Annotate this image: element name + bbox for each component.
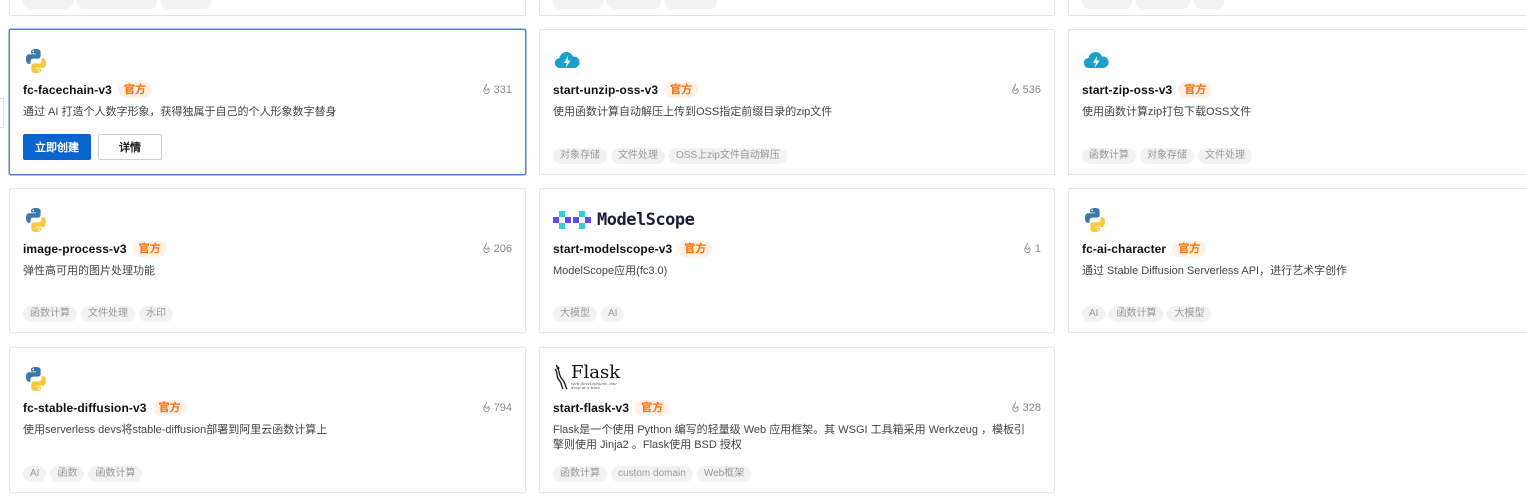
- card-title: start-zip-oss-v3: [1082, 83, 1173, 97]
- likes-count: 536: [1010, 83, 1041, 97]
- python-icon: [23, 206, 49, 234]
- tag[interactable]: 大模型: [1167, 306, 1212, 322]
- card-title: fc-ai-character: [1082, 242, 1167, 256]
- card-description: 通过 AI 打造个人数字形象，获得独属于自己的个人形象数字替身: [23, 106, 337, 118]
- card-title: start-modelscope-v3: [553, 242, 673, 256]
- python-icon: [23, 365, 49, 393]
- template-card-partial[interactable]: [1068, 0, 1526, 16]
- template-card-start-unzip-oss[interactable]: start-unzip-oss-v3 官方 536 使用函数计算自动解压上传到O…: [539, 29, 1055, 175]
- fire-icon: [481, 83, 492, 97]
- tag[interactable]: 对象存储: [553, 148, 607, 164]
- fire-icon: [481, 242, 492, 256]
- tag[interactable]: OSS上zip文件自动解压: [669, 148, 787, 164]
- tag[interactable]: 水印: [139, 306, 173, 322]
- modelscope-logo: ModelScope: [553, 206, 695, 234]
- tag[interactable]: 函数计算: [88, 466, 143, 482]
- card-title: fc-facechain-v3: [23, 83, 112, 97]
- likes-count: 794: [481, 401, 512, 415]
- tag[interactable]: 对象存储: [1140, 148, 1194, 164]
- details-button[interactable]: 详情: [98, 134, 162, 160]
- likes-count: 331: [481, 83, 512, 97]
- flask-logo: Flask web development, one drop at a tim…: [553, 363, 620, 391]
- card-description: 使用serverless devs将stable-diffusion部署到阿里云…: [23, 424, 328, 436]
- tag[interactable]: 函数计算: [1082, 148, 1136, 164]
- tag[interactable]: 函数计算: [23, 306, 77, 322]
- fire-icon: [1010, 401, 1021, 415]
- likes-count: 328: [1010, 401, 1041, 415]
- card-description: 使用函数计算自动解压上传到OSS指定前缀目录的zip文件: [553, 106, 833, 118]
- card-description: 使用函数计算zip打包下载OSS文件: [1082, 106, 1252, 118]
- tag[interactable]: AI: [23, 466, 47, 482]
- official-badge: 官方: [1178, 82, 1213, 98]
- python-icon: [1082, 206, 1108, 234]
- card-description: ModelScope应用(fc3.0): [553, 265, 668, 277]
- tag[interactable]: 文件处理: [611, 148, 665, 164]
- template-card-fc-ai-character[interactable]: fc-ai-character 官方 通过 Stable Diffusion S…: [1068, 188, 1526, 333]
- template-card-partial[interactable]: [9, 0, 526, 16]
- tag[interactable]: 函数: [50, 466, 85, 482]
- template-card-fc-stable-diffusion[interactable]: fc-stable-diffusion-v3 官方 794 使用serverle…: [9, 347, 526, 493]
- side-toggle-handle[interactable]: [0, 98, 4, 128]
- template-card-fc-facechain[interactable]: fc-facechain-v3 官方 331 通过 AI 打造个人数字形象，获得…: [9, 29, 526, 175]
- card-title: start-unzip-oss-v3: [553, 83, 659, 97]
- template-card-image-process[interactable]: image-process-v3 官方 206 弹性高可用的图片处理功能 函数计…: [9, 188, 526, 333]
- official-badge: 官方: [678, 241, 713, 257]
- template-card-start-modelscope[interactable]: ModelScope start-modelscope-v3 官方 1 Mode…: [539, 188, 1055, 333]
- fire-icon: [481, 401, 492, 415]
- official-badge: 官方: [664, 82, 699, 98]
- official-badge: 官方: [152, 400, 187, 416]
- tag[interactable]: 文件处理: [81, 306, 135, 322]
- card-description: Flask是一个使用 Python 编写的轻量级 Web 应用框架。其 WSGI…: [553, 424, 1026, 451]
- card-title: fc-stable-diffusion-v3: [23, 401, 147, 415]
- official-badge: 官方: [132, 241, 167, 257]
- official-badge: 官方: [117, 82, 152, 98]
- cloud-bolt-icon: [553, 47, 581, 75]
- fire-icon: [1010, 83, 1021, 97]
- tag[interactable]: 文件处理: [1198, 148, 1252, 164]
- card-title: start-flask-v3: [553, 401, 630, 415]
- card-description: 弹性高可用的图片处理功能: [23, 265, 155, 277]
- template-card-start-zip-oss[interactable]: start-zip-oss-v3 官方 使用函数计算zip打包下载OSS文件 函…: [1068, 29, 1526, 175]
- create-now-button[interactable]: 立即创建: [23, 134, 91, 160]
- tag[interactable]: 函数计算: [1109, 306, 1164, 322]
- tag[interactable]: Web框架: [696, 466, 752, 482]
- likes-count: 206: [481, 242, 512, 256]
- official-badge: 官方: [1172, 241, 1207, 257]
- tag[interactable]: AI: [601, 306, 625, 322]
- tag[interactable]: 大模型: [553, 306, 597, 322]
- python-icon: [23, 47, 49, 75]
- tag[interactable]: AI: [1082, 306, 1106, 322]
- fire-icon: [1022, 242, 1033, 256]
- card-description: 通过 Stable Diffusion Serverless API，进行艺术字…: [1082, 265, 1348, 277]
- official-badge: 官方: [635, 400, 670, 416]
- template-card-partial[interactable]: [539, 0, 1055, 16]
- tag[interactable]: 函数计算: [553, 466, 607, 482]
- tag[interactable]: custom domain: [611, 466, 693, 482]
- card-title: image-process-v3: [23, 242, 127, 256]
- template-card-start-flask[interactable]: Flask web development, one drop at a tim…: [539, 347, 1055, 493]
- cloud-bolt-icon: [1082, 47, 1110, 75]
- likes-count: 1: [1022, 242, 1041, 256]
